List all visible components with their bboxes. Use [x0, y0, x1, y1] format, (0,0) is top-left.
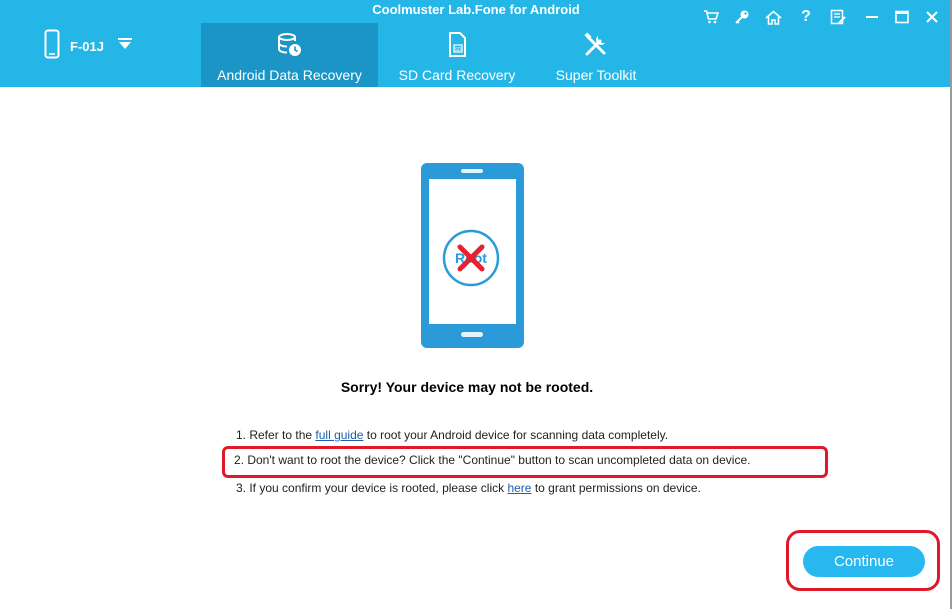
error-heading: Sorry! Your device may not be rooted. [340, 379, 594, 395]
cart-icon[interactable] [702, 8, 720, 26]
device-name: F-01J [70, 38, 104, 54]
maximize-icon[interactable] [893, 8, 911, 26]
step-3-prefix: 3. If you confirm your device is rooted,… [236, 481, 508, 495]
instruction-step-3: 3. If you confirm your device is rooted,… [236, 481, 701, 495]
feedback-icon[interactable] [829, 8, 847, 26]
tab-super-toolkit[interactable]: Super Toolkit [541, 23, 651, 87]
dropdown-caret-icon[interactable] [117, 37, 132, 55]
data-recovery-icon [277, 32, 303, 61]
help-icon[interactable]: ? [797, 8, 815, 26]
home-icon[interactable] [764, 8, 782, 26]
tab-sd-card-recovery[interactable]: SD SD Card Recovery [378, 23, 536, 87]
step-1-prefix: 1. Refer to the [236, 428, 316, 442]
instruction-step-1: 1. Refer to the full guide to root your … [236, 428, 668, 442]
here-link[interactable]: here [507, 481, 531, 495]
tab-label: Super Toolkit [555, 67, 637, 83]
key-icon[interactable] [733, 8, 751, 26]
step-3-suffix: to grant permissions on device. [531, 481, 701, 495]
svg-text:SD: SD [455, 47, 462, 53]
step-1-suffix: to root your Android device for scanning… [363, 428, 669, 442]
tools-icon [583, 32, 609, 61]
minimize-icon[interactable] [863, 8, 881, 26]
device-selector[interactable]: F-01J [44, 29, 132, 64]
tab-label: Android Data Recovery [217, 67, 362, 83]
highlight-annotation-continue [786, 530, 940, 591]
sd-card-icon: SD [447, 32, 467, 61]
tab-label: SD Card Recovery [398, 67, 516, 83]
close-icon[interactable] [923, 8, 941, 26]
tab-android-data-recovery[interactable]: Android Data Recovery [201, 23, 378, 87]
highlight-annotation-step-2 [222, 446, 828, 478]
full-guide-link[interactable]: full guide [315, 428, 363, 442]
phone-icon [44, 29, 60, 64]
phone-illustration: Root [421, 163, 524, 348]
